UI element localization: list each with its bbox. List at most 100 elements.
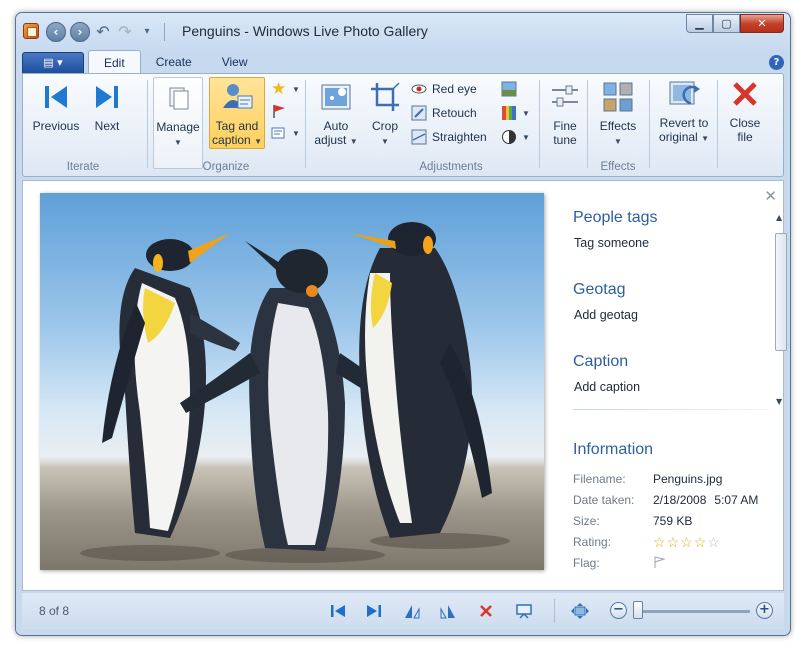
auto-adjust-button[interactable]: Auto adjust ▼ bbox=[311, 80, 361, 149]
next-photo-icon[interactable] bbox=[364, 601, 384, 621]
rating-star-icon[interactable]: ☆ bbox=[707, 535, 720, 549]
retouch-button[interactable]: Retouch bbox=[411, 103, 477, 123]
tag-person-icon bbox=[220, 80, 254, 114]
add-caption-link[interactable]: Add caption bbox=[574, 380, 640, 394]
date-taken-value[interactable]: 2/18/2008 bbox=[653, 493, 706, 507]
minimize-button[interactable]: ▁ bbox=[686, 14, 713, 33]
effects-label: Effects bbox=[599, 119, 637, 133]
group-separator bbox=[587, 80, 588, 168]
dropdown-arrow-icon: ▼ bbox=[522, 132, 530, 142]
rate-button[interactable]: ★ ▼ bbox=[271, 79, 300, 99]
date-taken-label: Date taken: bbox=[573, 493, 635, 507]
filename-value: Penguins.jpg bbox=[653, 472, 723, 486]
properties-icon bbox=[271, 125, 287, 141]
group-label-organize: Organize bbox=[202, 161, 250, 173]
flag-outline-icon[interactable] bbox=[653, 556, 666, 568]
redo-icon[interactable]: ↷ bbox=[116, 22, 134, 42]
photo-gallery-app-icon[interactable] bbox=[23, 23, 39, 39]
straighten-button[interactable]: Straighten bbox=[411, 127, 487, 147]
fine-tune-label-line1: Fine bbox=[553, 119, 577, 133]
star-icon: ★ bbox=[271, 79, 287, 98]
manage-label: Manage bbox=[156, 120, 200, 134]
dropdown-arrow-icon: ▼ bbox=[701, 134, 709, 143]
dropdown-arrow-icon: ▼ bbox=[254, 137, 262, 146]
contrast-icon bbox=[501, 129, 517, 145]
window-title: Penguins - Windows Live Photo Gallery bbox=[182, 23, 428, 39]
slideshow-icon[interactable] bbox=[514, 601, 534, 621]
next-button[interactable]: Next bbox=[87, 80, 127, 133]
tab-create[interactable]: Create bbox=[141, 50, 207, 74]
toolbar-separator bbox=[164, 23, 165, 41]
size-label: Size: bbox=[573, 514, 600, 528]
dropdown-arrow-icon: ▼ bbox=[381, 137, 389, 146]
rating-star-icon[interactable]: ☆ bbox=[667, 535, 680, 549]
properties-button[interactable]: ▼ bbox=[271, 123, 300, 143]
photo-viewer[interactable] bbox=[40, 193, 544, 570]
red-eye-button[interactable]: Red eye bbox=[411, 79, 477, 99]
status-separator bbox=[554, 599, 555, 623]
exposure-button[interactable] bbox=[501, 79, 522, 99]
people-tags-title: People tags bbox=[573, 209, 658, 226]
auto-adjust-icon bbox=[319, 80, 353, 114]
close-window-button[interactable]: ✕ bbox=[740, 14, 784, 33]
customize-toolbar-icon[interactable]: ▾ bbox=[138, 22, 156, 42]
tab-view[interactable]: View bbox=[207, 50, 263, 74]
scroll-down-icon[interactable]: ▼ bbox=[776, 397, 782, 406]
fine-tune-sliders-icon bbox=[548, 80, 582, 114]
help-icon[interactable]: ? bbox=[769, 55, 784, 70]
back-arrow-icon[interactable]: ‹ bbox=[46, 22, 66, 42]
previous-button[interactable]: Previous bbox=[31, 80, 81, 133]
tag-someone-link[interactable]: Tag someone bbox=[574, 236, 649, 250]
filename-row: Filename: Penguins.jpg bbox=[573, 472, 722, 486]
zoom-out-button[interactable]: − bbox=[610, 602, 627, 619]
add-geotag-link[interactable]: Add geotag bbox=[574, 308, 638, 322]
app-menu-button[interactable]: ▤ ▾ bbox=[22, 52, 84, 74]
section-divider bbox=[573, 409, 769, 410]
rating-stars[interactable]: ☆ ☆ ☆ ☆ ☆ bbox=[653, 535, 720, 549]
rating-star-icon[interactable]: ☆ bbox=[694, 535, 707, 549]
rating-star-icon[interactable]: ☆ bbox=[653, 535, 666, 549]
flag-button[interactable] bbox=[271, 101, 292, 121]
eye-icon bbox=[411, 81, 427, 97]
auto-adjust-label-line2: adjust bbox=[314, 133, 347, 147]
flag-row: Flag: bbox=[573, 556, 666, 570]
color-button[interactable]: ▼ bbox=[501, 103, 530, 123]
time-taken-value[interactable]: 5:07 AM bbox=[714, 493, 758, 507]
zoom-slider-track[interactable] bbox=[634, 610, 750, 613]
flag-icon bbox=[271, 103, 287, 119]
effects-button[interactable]: Effects ▼ bbox=[593, 80, 643, 149]
red-eye-label: Red eye bbox=[432, 82, 477, 96]
revert-label-line2: original bbox=[659, 130, 698, 144]
zoom-in-button[interactable]: + bbox=[756, 602, 773, 619]
close-pane-icon[interactable]: ✕ bbox=[764, 187, 777, 205]
undo-icon[interactable]: ↶ bbox=[94, 22, 112, 42]
close-file-label-line2: file bbox=[737, 130, 753, 144]
tag-caption-label-line1: Tag and bbox=[215, 119, 259, 133]
rotate-right-icon[interactable] bbox=[438, 601, 458, 621]
zoom-slider-thumb[interactable] bbox=[633, 601, 643, 619]
black-and-white-button[interactable]: ▼ bbox=[501, 127, 530, 147]
manage-button[interactable]: Manage ▼ bbox=[153, 77, 203, 169]
delete-icon[interactable] bbox=[476, 601, 496, 621]
crop-button[interactable]: Crop ▼ bbox=[365, 80, 405, 149]
scroll-up-icon[interactable]: ▲ bbox=[776, 213, 782, 222]
previous-photo-icon[interactable] bbox=[328, 601, 348, 621]
size-value: 759 KB bbox=[653, 514, 693, 528]
details-scrollbar[interactable]: ▲ ▼ bbox=[772, 211, 789, 409]
window-controls: ▁ ▢ ✕ bbox=[686, 14, 784, 33]
revert-icon bbox=[667, 77, 701, 111]
rating-star-icon[interactable]: ☆ bbox=[680, 535, 693, 549]
revert-to-original-button[interactable]: Revert to original ▼ bbox=[653, 77, 715, 146]
maximize-button[interactable]: ▢ bbox=[713, 14, 740, 33]
photo-count: 8 of 8 bbox=[39, 604, 70, 618]
rotate-left-icon[interactable] bbox=[402, 601, 422, 621]
tab-edit[interactable]: Edit bbox=[88, 50, 141, 74]
close-file-button[interactable]: Close file bbox=[721, 77, 769, 144]
fine-tune-button[interactable]: Fine tune bbox=[543, 80, 587, 147]
forward-arrow-icon[interactable]: › bbox=[70, 22, 90, 42]
information-title: Information bbox=[573, 441, 654, 458]
scrollbar-thumb[interactable] bbox=[775, 233, 787, 351]
tag-and-caption-button[interactable]: Tag and caption ▼ bbox=[209, 77, 265, 149]
dropdown-arrow-icon: ▼ bbox=[292, 128, 300, 138]
actual-size-icon[interactable] bbox=[570, 601, 590, 621]
